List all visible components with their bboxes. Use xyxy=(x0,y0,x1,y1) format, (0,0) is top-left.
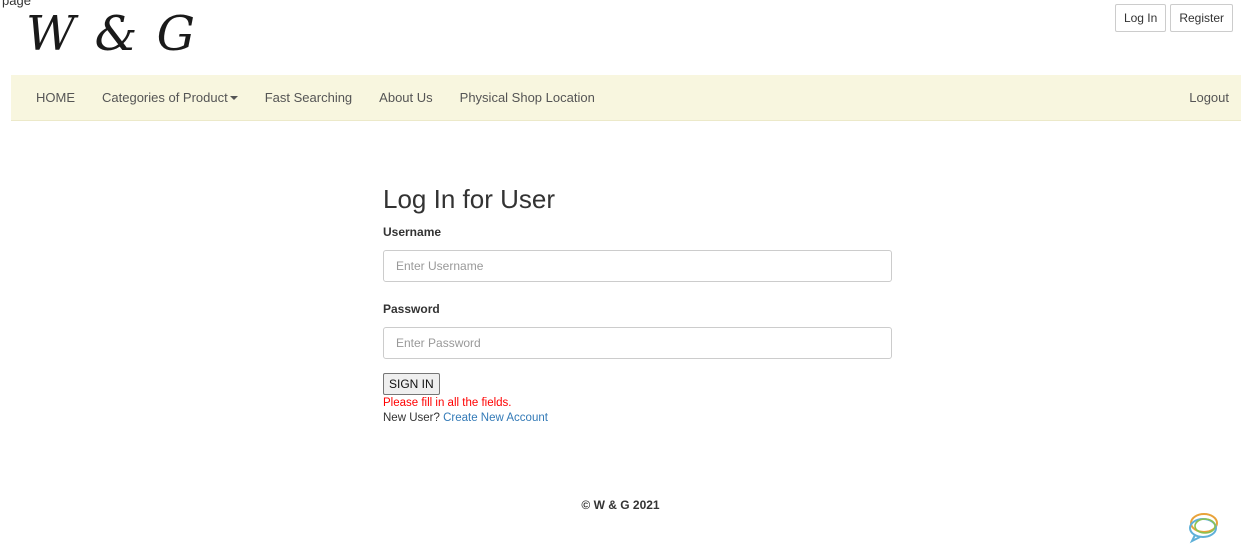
site-logo[interactable]: W & G xyxy=(26,6,197,62)
nav-item-categories-dropdown[interactable]: Categories of Product xyxy=(89,75,252,121)
nav-item-home[interactable]: HOME xyxy=(11,75,89,121)
create-account-link[interactable]: Create New Account xyxy=(443,412,548,424)
nav-item-label: Fast Searching xyxy=(264,89,353,105)
new-user-text: New User? xyxy=(383,412,440,424)
nav-item-logout[interactable]: Logout xyxy=(1176,75,1241,121)
nav-item-label: Physical Shop Location xyxy=(459,89,595,105)
register-button[interactable]: Register xyxy=(1170,4,1233,32)
nav-item-physical-shop-location[interactable]: Physical Shop Location xyxy=(446,75,608,121)
auth-buttons: Log In Register xyxy=(1114,4,1233,32)
login-button[interactable]: Log In xyxy=(1114,4,1167,32)
password-input[interactable] xyxy=(383,327,892,359)
nav-item-label: Logout xyxy=(1189,89,1229,105)
login-form: Log In for User Username Password SIGN I… xyxy=(383,185,892,426)
nav-item-about-us[interactable]: About Us xyxy=(366,75,446,121)
footer-copyright: © W & G 2021 xyxy=(581,498,660,512)
main-navbar: HOME Categories of Product Fast Searchin… xyxy=(11,75,1241,121)
sign-in-button[interactable]: SIGN IN xyxy=(383,373,440,395)
nav-item-label: About Us xyxy=(379,89,433,105)
page-title: Log In for User xyxy=(383,184,555,214)
nav-item-fast-searching[interactable]: Fast Searching xyxy=(251,75,365,121)
username-label: Username xyxy=(383,225,442,239)
error-message: Please fill in all the fields. xyxy=(383,397,512,409)
new-user-prompt: New User? Create New Account xyxy=(383,411,892,426)
caret-down-icon xyxy=(229,95,238,100)
nav-item-label: Categories of Product xyxy=(102,89,228,105)
password-label: Password xyxy=(383,302,440,316)
username-input[interactable] xyxy=(383,250,892,282)
chat-bubbles-icon[interactable] xyxy=(1187,510,1221,544)
nav-item-label: HOME xyxy=(36,89,75,105)
